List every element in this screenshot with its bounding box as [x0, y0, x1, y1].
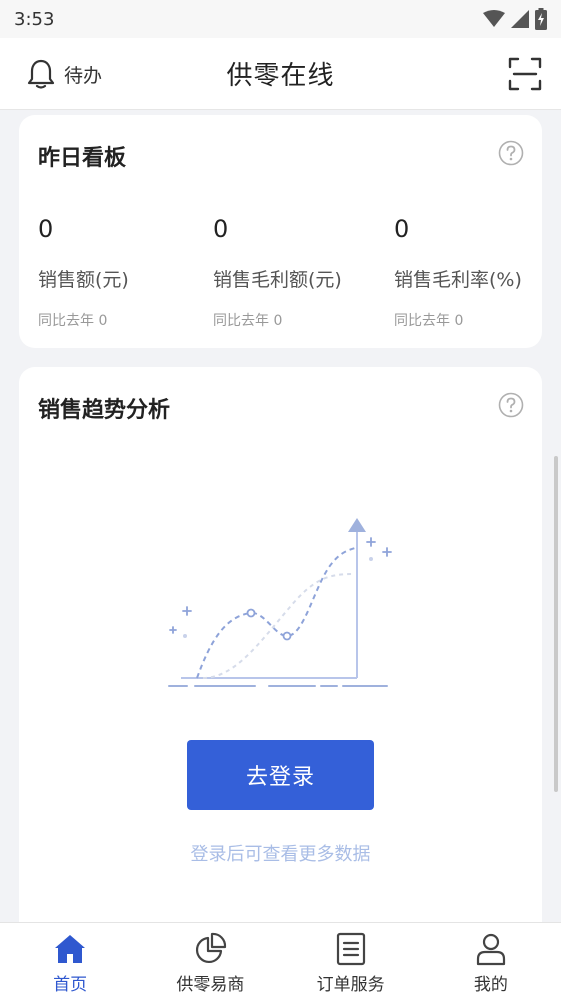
metric-gross-margin: 0 销售毛利率(%) 同比去年 0	[394, 215, 522, 330]
todo-button[interactable]: 待办	[26, 58, 102, 90]
metric-sales: 0 销售额(元) 同比去年 0	[38, 215, 129, 330]
empty-chart-illustration	[168, 518, 392, 687]
help-icon[interactable]	[498, 392, 524, 418]
login-button[interactable]: 去登录	[187, 740, 374, 810]
tab-label: 首页	[53, 975, 88, 995]
tab-order-service[interactable]: 订单服务	[281, 923, 421, 999]
page-title: 供零在线	[226, 61, 335, 91]
scrollbar[interactable]	[554, 456, 558, 792]
tab-label: 供零易商	[176, 975, 245, 995]
metric-value: 0	[38, 215, 54, 243]
metric-label: 销售毛利率(%)	[394, 269, 522, 291]
metric-label: 销售毛利额(元)	[213, 269, 342, 291]
status-time: 3:53	[14, 8, 55, 30]
user-icon	[476, 933, 505, 966]
wifi-icon	[483, 10, 505, 27]
metric-compare: 同比去年 0	[213, 313, 283, 329]
app-header: 待办 供零在线	[0, 38, 561, 110]
help-icon[interactable]	[498, 140, 524, 166]
tab-label: 订单服务	[316, 975, 385, 995]
status-icons	[483, 8, 547, 30]
sales-trend-card: 销售趋势分析 去登录 登录后可查看更多数据	[19, 367, 542, 967]
pie-chart-icon	[196, 932, 227, 964]
metric-compare: 同比去年 0	[38, 313, 108, 329]
cellular-signal-icon	[511, 10, 529, 28]
todo-label: 待办	[64, 64, 103, 87]
battery-icon	[535, 8, 547, 30]
login-hint: 登录后可查看更多数据	[190, 844, 371, 865]
bell-icon	[27, 59, 55, 89]
document-icon	[336, 932, 365, 966]
bottom-tab-bar: 首页 供零易商 订单服务 我的	[0, 922, 561, 999]
sales-trend-title: 销售趋势分析	[38, 398, 171, 423]
metric-value: 0	[394, 215, 410, 243]
tab-supply-retail[interactable]: 供零易商	[140, 923, 280, 999]
scan-icon[interactable]	[507, 56, 543, 92]
metric-compare: 同比去年 0	[394, 313, 464, 329]
metric-gross-profit: 0 销售毛利额(元) 同比去年 0	[213, 215, 342, 330]
status-bar: 3:53	[0, 0, 561, 38]
tab-home[interactable]: 首页	[0, 923, 140, 999]
home-icon	[55, 935, 86, 963]
tab-mine[interactable]: 我的	[421, 923, 561, 999]
tab-label: 我的	[473, 975, 508, 995]
metric-value: 0	[213, 215, 229, 243]
metric-label: 销售额(元)	[38, 269, 129, 291]
yesterday-board-card: 昨日看板 0 销售额(元) 同比去年 0 0 销售毛利额(元) 同比去年 0 0…	[19, 115, 542, 348]
yesterday-board-title: 昨日看板	[38, 146, 127, 171]
